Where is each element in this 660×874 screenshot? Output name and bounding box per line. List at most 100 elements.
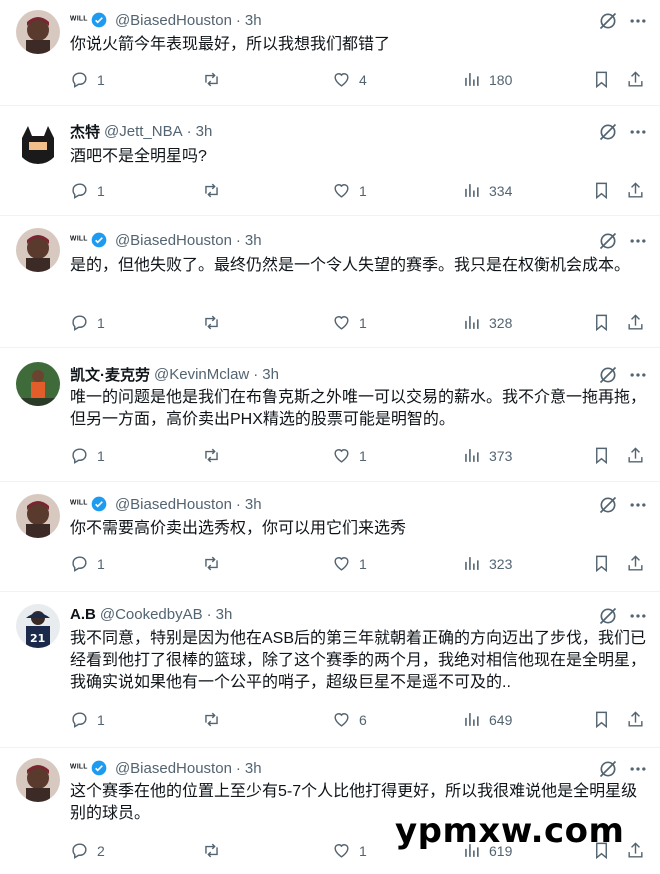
repost-button[interactable] <box>202 841 221 860</box>
tweet[interactable]: ᵂᴵᴸᴸ @BiasedHouston · 3h 是的，但他失败了。最终仍然是一… <box>0 216 660 348</box>
user-handle[interactable]: @Jett_NBA <box>104 123 183 140</box>
display-name[interactable]: ᵂᴵᴸᴸ <box>70 763 88 774</box>
grok-icon[interactable] <box>598 606 618 626</box>
more-options-icon[interactable] <box>628 11 648 31</box>
like-button[interactable]: 1 <box>332 841 367 860</box>
user-handle[interactable]: @BiasedHouston <box>115 232 232 249</box>
user-handle[interactable]: @BiasedHouston <box>115 496 232 513</box>
grok-icon[interactable] <box>598 759 618 779</box>
tweet[interactable]: ᵂᴵᴸᴸ @BiasedHouston · 3h 你说火箭今年表现最好，所以我想… <box>0 0 660 106</box>
like-button[interactable]: 1 <box>332 554 367 573</box>
bookmark-button[interactable] <box>592 70 611 89</box>
grok-icon[interactable] <box>598 365 618 385</box>
timestamp[interactable]: 3h <box>196 123 213 140</box>
display-name[interactable]: A.B <box>70 606 96 623</box>
bookmark-icon <box>596 314 607 332</box>
reply-button[interactable]: 1 <box>70 710 105 729</box>
reply-button[interactable]: 2 <box>70 841 105 860</box>
avatar[interactable] <box>16 10 60 54</box>
timestamp[interactable]: 3h <box>245 496 262 513</box>
separator-dot: · <box>186 122 192 140</box>
repost-button[interactable] <box>202 313 221 332</box>
more-options-icon[interactable] <box>628 231 648 251</box>
share-button[interactable] <box>626 710 645 729</box>
grok-icon[interactable] <box>598 11 618 31</box>
reply-button[interactable]: 1 <box>70 70 105 89</box>
views-button[interactable]: 328 <box>462 313 512 332</box>
grok-icon[interactable] <box>598 495 618 515</box>
verified-badge-icon <box>91 232 107 248</box>
reply-icon <box>72 183 87 199</box>
like-button[interactable]: 4 <box>332 70 367 89</box>
display-name[interactable]: 凯文·麦克劳 <box>70 364 150 385</box>
tweet-text: 酒吧不是全明星吗? <box>70 148 207 165</box>
view-count: 373 <box>489 447 513 464</box>
more-options-icon[interactable] <box>628 365 648 385</box>
bookmark-button[interactable] <box>592 710 611 729</box>
user-handle[interactable]: @CookedbyAB <box>100 606 203 623</box>
reply-count: 1 <box>97 314 105 331</box>
display-name[interactable]: ᵂᴵᴸᴸ <box>70 235 88 246</box>
display-name[interactable]: 杰特 <box>70 121 100 142</box>
repost-button[interactable] <box>202 70 221 89</box>
views-button[interactable]: 334 <box>462 181 512 200</box>
grok-icon[interactable] <box>598 231 618 251</box>
timestamp[interactable]: 3h <box>216 606 233 623</box>
user-handle[interactable]: @BiasedHouston <box>115 760 232 777</box>
avatar[interactable] <box>16 494 60 538</box>
more-options-icon[interactable] <box>628 759 648 779</box>
reply-button[interactable]: 1 <box>70 181 105 200</box>
repost-button[interactable] <box>202 710 221 729</box>
grok-icon[interactable] <box>598 122 618 142</box>
avatar[interactable] <box>16 120 60 164</box>
reply-count: 1 <box>97 447 105 464</box>
avatar[interactable] <box>16 362 60 406</box>
reply-button[interactable]: 1 <box>70 554 105 573</box>
share-button[interactable] <box>626 313 645 332</box>
like-button[interactable]: 6 <box>332 710 367 729</box>
share-button[interactable] <box>626 181 645 200</box>
repost-button[interactable] <box>202 446 221 465</box>
bookmark-button[interactable] <box>592 446 611 465</box>
share-button[interactable] <box>626 554 645 573</box>
share-button[interactable] <box>626 841 645 860</box>
display-name[interactable]: ᵂᴵᴸᴸ <box>70 499 88 510</box>
repost-button[interactable] <box>202 554 221 573</box>
more-options-icon[interactable] <box>628 495 648 515</box>
views-button[interactable]: 323 <box>462 554 512 573</box>
timestamp[interactable]: 3h <box>262 366 279 383</box>
user-handle[interactable]: @KevinMclaw <box>154 366 249 383</box>
tweet[interactable]: 杰特 @Jett_NBA · 3h 酒吧不是全明星吗? 1 1 334 <box>0 106 660 216</box>
views-button[interactable]: 180 <box>462 70 512 89</box>
bookmark-button[interactable] <box>592 554 611 573</box>
like-button[interactable]: 1 <box>332 446 367 465</box>
share-button[interactable] <box>626 446 645 465</box>
share-button[interactable] <box>626 70 645 89</box>
bookmark-button[interactable] <box>592 313 611 332</box>
reply-count: 1 <box>97 555 105 572</box>
like-button[interactable]: 1 <box>332 181 367 200</box>
views-button[interactable]: 649 <box>462 710 512 729</box>
like-button[interactable]: 1 <box>332 313 367 332</box>
bookmark-button[interactable] <box>592 181 611 200</box>
tweet[interactable]: 21 A.B @CookedbyAB · 3h 我不同意，特别是因为他在ASB后… <box>0 592 660 748</box>
more-options-icon[interactable] <box>628 606 648 626</box>
reply-button[interactable]: 1 <box>70 313 105 332</box>
views-button[interactable]: 373 <box>462 446 512 465</box>
tweet-text: 你说火箭今年表现最好，所以我想我们都错了 <box>70 36 391 53</box>
like-count: 4 <box>359 71 367 88</box>
more-options-icon[interactable] <box>628 122 648 142</box>
avatar[interactable] <box>16 228 60 272</box>
display-name[interactable]: ᵂᴵᴸᴸ <box>70 15 88 26</box>
user-handle[interactable]: @BiasedHouston <box>115 12 232 29</box>
avatar[interactable] <box>16 758 60 802</box>
avatar[interactable]: 21 <box>16 604 60 648</box>
timestamp[interactable]: 3h <box>245 12 262 29</box>
repost-button[interactable] <box>202 181 221 200</box>
timestamp[interactable]: 3h <box>245 232 262 249</box>
timestamp[interactable]: 3h <box>245 760 262 777</box>
reply-button[interactable]: 1 <box>70 446 105 465</box>
heart-icon <box>334 557 349 571</box>
tweet[interactable]: ᵂᴵᴸᴸ @BiasedHouston · 3h 你不需要高价卖出选秀权，你可以… <box>0 482 660 592</box>
tweet[interactable]: 凯文·麦克劳 @KevinMclaw · 3h 唯一的问题是他是我们在布鲁克斯之… <box>0 348 660 482</box>
